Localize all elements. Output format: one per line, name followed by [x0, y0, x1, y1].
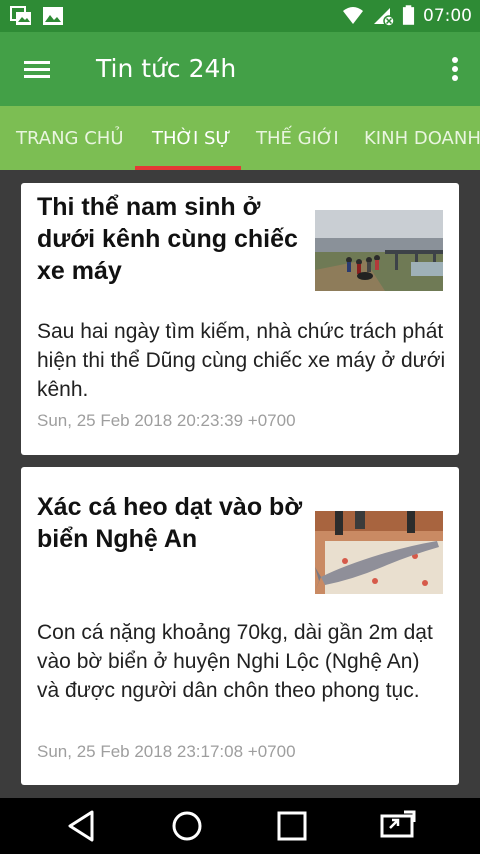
navigation-bar	[0, 798, 480, 854]
article-card[interactable]: Thi thể nam sinh ở dưới kênh cùng chiếc …	[21, 183, 459, 455]
article-date: Sun, 25 Feb 2018 23:17:08 +0700	[37, 742, 296, 761]
home-icon[interactable]	[165, 806, 209, 846]
article-summary: Sau hai ngày tìm kiếm, nhà chức trách ph…	[37, 320, 446, 401]
image-icon	[43, 7, 63, 25]
article-thumbnail	[315, 511, 443, 594]
app-title: Tin tức 24h	[96, 54, 237, 83]
tab-kinh-doanh[interactable]: KINH DOANH	[364, 106, 480, 170]
screen-cast-icon[interactable]	[376, 806, 420, 846]
wifi-icon	[343, 6, 363, 24]
tab-bar: TRANG CHỦ THỜI SỰ THẾ GIỚI KINH DOANH	[0, 106, 480, 170]
article-title: Thi thể nam sinh ở dưới kênh cùng chiếc …	[37, 193, 298, 285]
article-date: Sun, 25 Feb 2018 20:23:39 +0700	[37, 411, 296, 430]
tab-the-gioi[interactable]: THẾ GIỚI	[256, 106, 339, 170]
more-vert-icon[interactable]	[444, 50, 466, 88]
gallery-icon	[10, 6, 31, 25]
article-card[interactable]: Xác cá heo dạt vào bờ biển Nghệ An Con c…	[21, 467, 459, 785]
status-bar: 07:00	[0, 0, 480, 32]
tab-thoi-su[interactable]: THỜI SỰ	[152, 106, 231, 170]
hamburger-menu-icon[interactable]	[18, 52, 58, 86]
recents-icon[interactable]	[270, 806, 314, 846]
back-icon[interactable]	[60, 806, 104, 846]
app-bar: Tin tức 24h	[0, 32, 480, 106]
tab-trang-chu[interactable]: TRANG CHỦ	[16, 106, 124, 170]
article-thumbnail	[315, 210, 443, 291]
signal-icon	[374, 7, 394, 26]
battery-icon	[402, 5, 415, 25]
article-list[interactable]: Thi thể nam sinh ở dưới kênh cùng chiếc …	[0, 170, 480, 798]
article-summary: Con cá nặng khoảng 70kg, dài gần 2m dạt …	[37, 621, 433, 702]
article-title: Xác cá heo dạt vào bờ biển Nghệ An	[37, 493, 303, 553]
status-time: 07:00	[423, 5, 472, 26]
